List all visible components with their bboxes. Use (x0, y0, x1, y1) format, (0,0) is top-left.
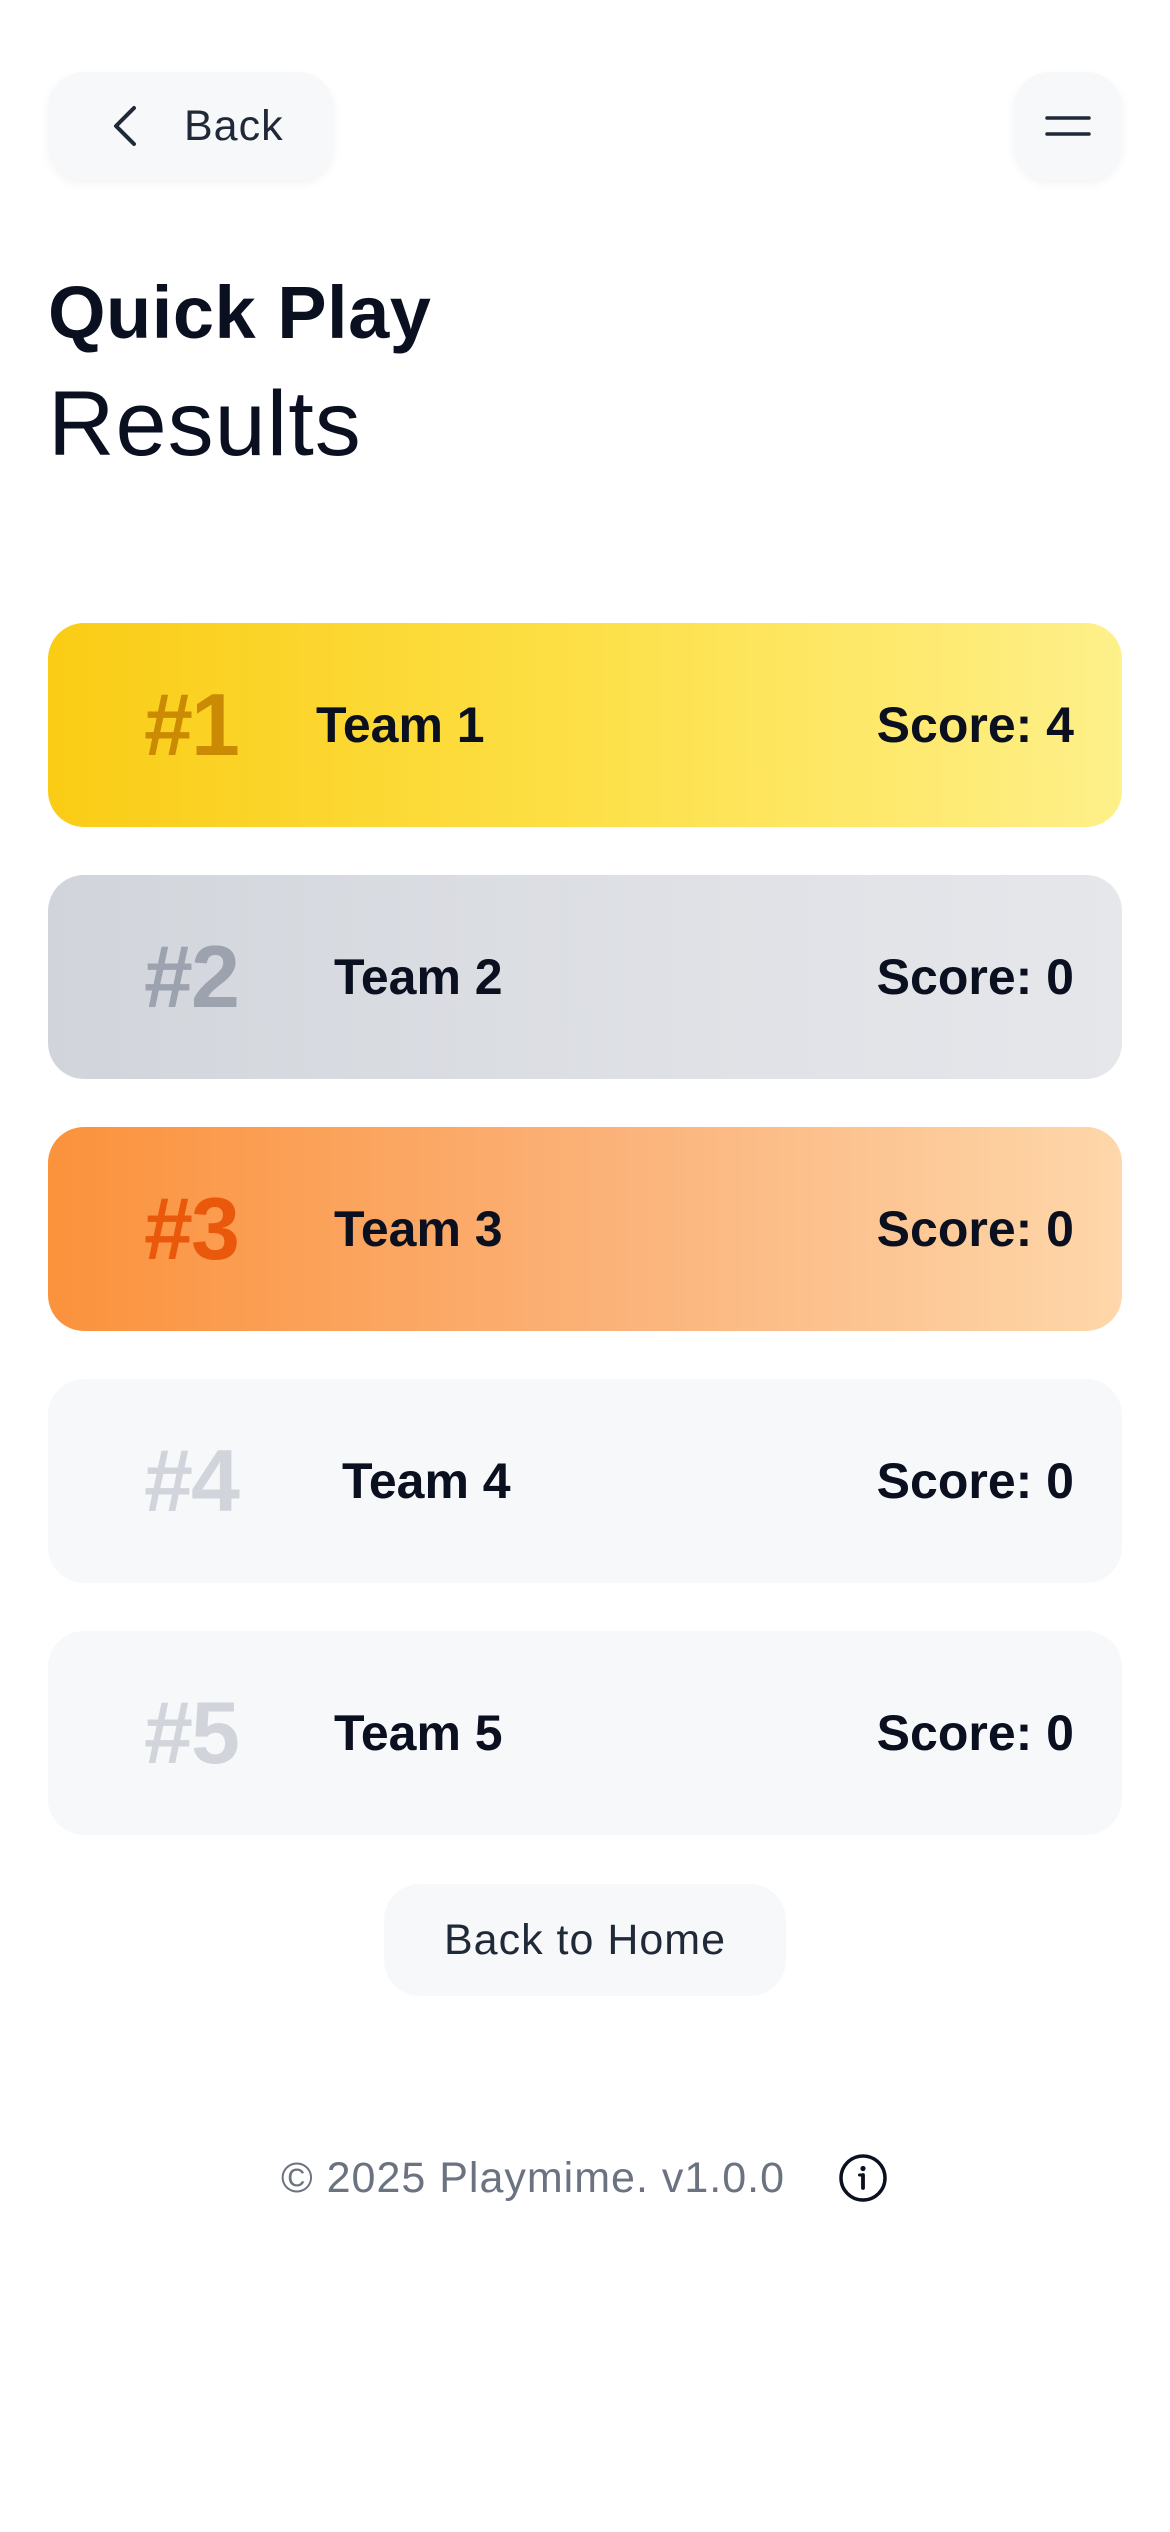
team-score: Score: 4 (876, 697, 1074, 753)
rank-label: #3 (144, 1179, 240, 1278)
team-score: Score: 0 (876, 1705, 1074, 1761)
page-subtitle: Results (48, 373, 362, 475)
result-card-3: #3 Team 3 Score: 0 (48, 1127, 1122, 1331)
team-name: Team 4 (342, 1453, 511, 1509)
chevron-left-icon (106, 102, 146, 150)
team-score: Score: 0 (876, 1453, 1074, 1509)
rank-label: #2 (144, 927, 240, 1026)
team-score: Score: 0 (876, 1201, 1074, 1257)
menu-button[interactable] (1014, 72, 1122, 180)
team-score: Score: 0 (876, 949, 1074, 1005)
footer: © 2025 Playmime. v1.0.0 (0, 2146, 1170, 2210)
team-name: Team 3 (334, 1201, 503, 1257)
team-name: Team 1 (316, 697, 485, 753)
back-to-home-button[interactable]: Back to Home (384, 1884, 786, 1996)
results-list: #1 Team 1 Score: 4 #2 Team 2 Score: 0 #3… (48, 623, 1122, 1883)
back-button[interactable]: Back (48, 72, 334, 180)
result-card-1: #1 Team 1 Score: 4 (48, 623, 1122, 827)
back-label: Back (184, 101, 284, 150)
info-icon[interactable] (837, 2152, 889, 2204)
result-card-5: #5 Team 5 Score: 0 (48, 1631, 1122, 1835)
rank-label: #1 (144, 675, 240, 774)
rank-label: #5 (144, 1683, 240, 1782)
result-card-4: #4 Team 4 Score: 0 (48, 1379, 1122, 1583)
team-name: Team 2 (334, 949, 503, 1005)
page-title: Quick Play (48, 271, 432, 354)
team-name: Team 5 (334, 1705, 503, 1761)
rank-label: #4 (144, 1431, 240, 1530)
footer-copyright: © 2025 Playmime. v1.0.0 (280, 2153, 786, 2202)
menu-icon (1045, 111, 1091, 141)
result-card-2: #2 Team 2 Score: 0 (48, 875, 1122, 1079)
